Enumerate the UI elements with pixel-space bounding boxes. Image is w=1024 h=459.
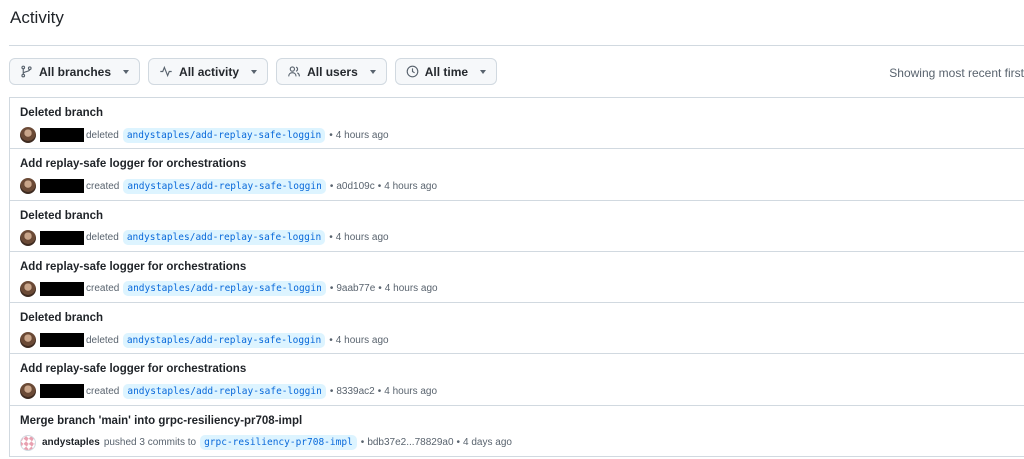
commit-link[interactable]: a0d109c: [336, 181, 374, 192]
time-filter-label: All time: [424, 64, 469, 79]
activity-row: Add replay-safe logger for orchestration…: [10, 149, 1024, 201]
actor-link[interactable]: andystaples: [42, 437, 100, 448]
commit-link[interactable]: 9aab77e: [336, 283, 375, 294]
timestamp: 4 hours ago: [335, 232, 389, 244]
branch-link[interactable]: andystaples/add-replay-safe-loggin: [123, 178, 326, 194]
activity-verb: created: [86, 180, 120, 192]
avatar[interactable]: [20, 332, 36, 349]
activity-row: Add replay-safe logger for orchestration…: [10, 252, 1024, 304]
activity-title: Deleted branch: [20, 312, 104, 325]
chevron-down-icon: [480, 69, 487, 74]
activity-filter-button[interactable]: All activity: [148, 58, 269, 85]
timestamp: 4 hours ago: [384, 180, 438, 192]
chevron-down-icon: [251, 69, 258, 74]
activity-meta: deleted andystaples/add-replay-safe-logg…: [20, 228, 1024, 248]
avatar[interactable]: [20, 383, 36, 400]
title-divider: [9, 45, 1024, 46]
activity-meta: andystaples pushed 3 commits to grpc-res…: [20, 433, 1024, 453]
timestamp: 4 hours ago: [384, 283, 438, 295]
activity-title: Merge branch 'main' into grpc-resiliency…: [20, 414, 303, 427]
separator: •: [329, 129, 333, 141]
activity-row: Deleted branch deleted andystaples/add-r…: [10, 98, 1024, 150]
redacted-username: [40, 128, 84, 142]
redacted-username: [40, 281, 84, 296]
activity-meta: created andystaples/add-replay-safe-logg…: [20, 176, 1024, 196]
activity-verb: deleted: [86, 232, 119, 244]
clock-icon: [406, 65, 419, 78]
activity-verb: deleted: [86, 129, 119, 141]
activity-meta: created andystaples/add-replay-safe-logg…: [20, 381, 1024, 401]
filter-bar: All branches All activity All users All …: [9, 58, 498, 85]
activity-verb: deleted: [86, 334, 119, 346]
users-filter-button[interactable]: All users: [276, 58, 387, 85]
redacted-username: [40, 333, 84, 348]
timestamp: 4 hours ago: [335, 129, 389, 141]
separator: •: [329, 232, 333, 244]
timestamp: 4 hours ago: [335, 334, 389, 346]
timestamp: 4 days ago: [463, 437, 512, 449]
avatar[interactable]: [20, 178, 36, 195]
separator: •: [456, 437, 461, 449]
sort-order-text: Showing most recent first: [889, 66, 1024, 80]
activity-row: Deleted branch deleted andystaples/add-r…: [10, 303, 1024, 355]
activity-title: Add replay-safe logger for orchestration…: [20, 260, 247, 273]
activity-title: Deleted branch: [20, 107, 104, 119]
activity-verb: created: [86, 283, 120, 295]
avatar[interactable]: [20, 434, 36, 451]
activity-meta: created andystaples/add-replay-safe-logg…: [20, 279, 1024, 299]
chevron-down-icon: [123, 69, 130, 74]
activity-list: Deleted branch deleted andystaples/add-r…: [9, 97, 1024, 458]
activity-title: Add replay-safe logger for orchestration…: [20, 158, 247, 171]
users-filter-label: All users: [307, 64, 358, 79]
branch-icon: [20, 65, 33, 78]
avatar[interactable]: [20, 280, 36, 297]
activity-page: Activity All branches All activity All u…: [0, 0, 1024, 459]
activity-row: Merge branch 'main' into grpc-resiliency…: [10, 406, 1024, 458]
time-filter-button[interactable]: All time: [394, 58, 498, 85]
branches-filter-label: All branches: [39, 64, 112, 79]
avatar[interactable]: [20, 127, 36, 143]
activity-row: Add replay-safe logger for orchestration…: [10, 354, 1024, 406]
branch-link[interactable]: andystaples/add-replay-safe-loggin: [123, 281, 326, 297]
redacted-username: [40, 179, 84, 194]
branch-link[interactable]: grpc-resiliency-pr708-impl: [200, 435, 357, 451]
separator: •: [329, 283, 334, 295]
activity-verb: pushed 3 commits to: [103, 437, 197, 449]
page-title: Activity: [10, 8, 64, 27]
redacted-username: [40, 384, 84, 399]
separator: •: [329, 180, 334, 192]
activity-title: Add replay-safe logger for orchestration…: [20, 363, 247, 376]
avatar[interactable]: [20, 229, 36, 246]
activity-title: Deleted branch: [20, 209, 104, 222]
separator: •: [360, 437, 365, 449]
branch-link[interactable]: andystaples/add-replay-safe-loggin: [122, 127, 326, 143]
activity-meta: deleted andystaples/add-replay-safe-logg…: [20, 330, 1024, 350]
separator: •: [378, 283, 382, 295]
separator: •: [377, 180, 382, 192]
separator: •: [329, 385, 334, 397]
separator: •: [329, 334, 333, 346]
separator: •: [377, 385, 382, 397]
activity-filter-label: All activity: [179, 64, 240, 79]
activity-meta: deleted andystaples/add-replay-safe-logg…: [20, 125, 1024, 145]
pulse-icon: [159, 65, 173, 78]
branch-link[interactable]: andystaples/add-replay-safe-loggin: [123, 383, 326, 399]
chevron-down-icon: [369, 69, 376, 74]
commit-range-link[interactable]: bdb37e2...78829a0: [367, 437, 453, 448]
activity-row: Deleted branch deleted andystaples/add-r…: [10, 201, 1024, 252]
timestamp: 4 hours ago: [384, 385, 438, 397]
branches-filter-button[interactable]: All branches: [9, 58, 141, 85]
redacted-username: [40, 230, 84, 245]
people-icon: [287, 65, 301, 78]
commit-link[interactable]: 8339ac2: [336, 386, 374, 397]
branch-link[interactable]: andystaples/add-replay-safe-loggin: [122, 332, 326, 348]
activity-verb: created: [86, 385, 120, 397]
branch-link[interactable]: andystaples/add-replay-safe-loggin: [122, 230, 326, 246]
